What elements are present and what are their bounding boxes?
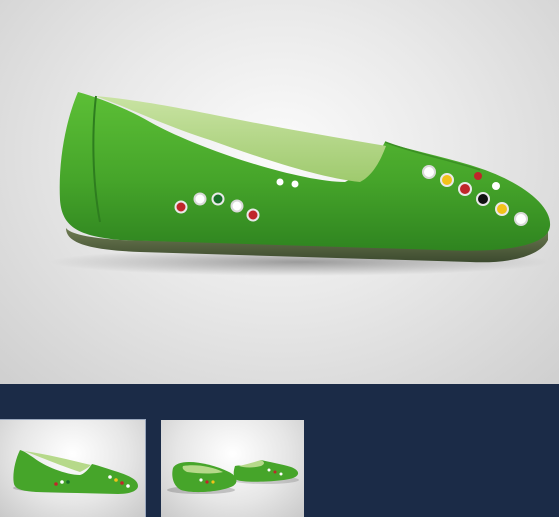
- shoe-side-view-illustration: [50, 92, 551, 276]
- thumbnail-side-view-illustration: [13, 450, 139, 494]
- product-image-viewer: [0, 0, 559, 517]
- main-product-image[interactable]: [0, 0, 559, 384]
- thumbnail-side-view[interactable]: [0, 419, 146, 517]
- thumbnail-pair-view-illustration: [167, 460, 299, 494]
- thumbnail-strip: [0, 384, 559, 517]
- shoe-upper: [59, 92, 551, 251]
- thumbnail-pair-view[interactable]: [161, 420, 304, 517]
